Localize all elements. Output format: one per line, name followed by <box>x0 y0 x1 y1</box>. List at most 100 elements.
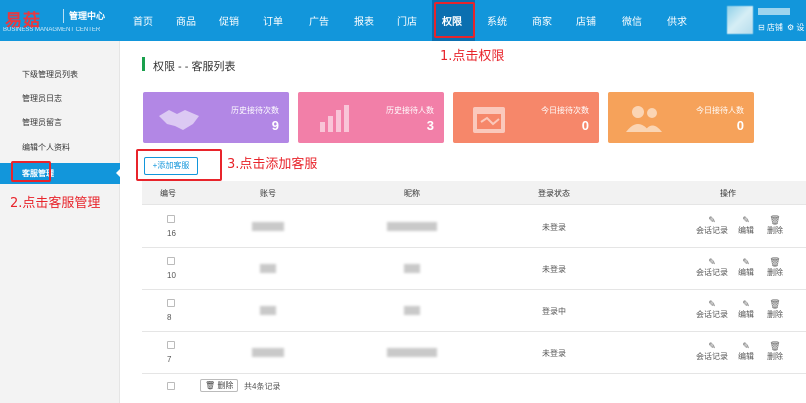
account-redacted <box>252 222 284 231</box>
session-log-button[interactable]: ✎ 会话记录 <box>696 341 728 362</box>
nickname-redacted <box>387 222 437 231</box>
store-link[interactable]: ⊟ 店铺 <box>758 22 783 33</box>
calendar-icon <box>473 107 505 133</box>
account-redacted <box>260 264 276 273</box>
nav-system[interactable]: 系统 <box>487 13 507 28</box>
delete-button[interactable]: 🗑 删除 <box>767 257 783 278</box>
edit-button[interactable]: ✎ 编辑 <box>738 341 754 362</box>
active-arrow-icon <box>116 168 121 178</box>
stat-value: 9 <box>271 118 279 133</box>
row-checkbox[interactable] <box>167 341 175 349</box>
stat-value: 0 <box>736 118 744 133</box>
nickname-redacted <box>404 264 420 273</box>
logo[interactable]: 易菇 管理中心 BUSINESS MANAGMENT CENTER <box>3 6 123 38</box>
column-header-id: 编号 <box>160 189 176 198</box>
annotation-box-customer-service <box>11 161 51 182</box>
nav-ads[interactable]: 广告 <box>309 13 329 28</box>
stat-card-today-visitors: 今日接待人数 0 <box>608 92 754 143</box>
edit-button[interactable]: ✎ 编辑 <box>738 257 754 278</box>
users-icon <box>626 106 662 132</box>
nav-products[interactable]: 商品 <box>176 13 196 28</box>
column-header-login-status: 登录状态 <box>538 189 570 198</box>
login-status: 未登录 <box>542 223 566 232</box>
stat-label: 今日接待次数 <box>541 106 589 115</box>
user-name-redacted <box>758 8 790 15</box>
session-log-button[interactable]: ✎ 会话记录 <box>696 257 728 278</box>
edit-note-icon: ✎ <box>708 215 716 225</box>
login-status: 未登录 <box>542 265 566 274</box>
edit-note-icon: ✎ <box>708 257 716 267</box>
sidebar-item-sub-admins[interactable]: 下级管理员列表 <box>22 69 78 80</box>
page-title: 权限 - - 客服列表 <box>153 61 236 73</box>
trash-icon: 🗑 <box>769 257 781 267</box>
record-count: 共4条记录 <box>244 382 281 391</box>
table-row: 8 登录中 ✎ 会话记录 ✎ 编辑 🗑 删除 <box>142 290 806 332</box>
select-all-checkbox[interactable] <box>167 382 175 390</box>
delete-button[interactable]: 🗑 删除 <box>767 299 783 320</box>
row-checkbox[interactable] <box>167 257 175 265</box>
logo-subtitle: 管理中心 <box>69 11 106 21</box>
table-row: 10 未登录 ✎ 会话记录 ✎ 编辑 🗑 删除 <box>142 248 806 290</box>
stat-label: 今日接待人数 <box>696 106 744 115</box>
nav-stores[interactable]: 门店 <box>397 13 417 28</box>
table-footer: 🗑 删除 共4条记录 <box>142 374 806 398</box>
account-redacted <box>252 348 284 357</box>
sidebar-item-edit-profile[interactable]: 编辑个人资料 <box>22 142 70 153</box>
annotation-step1: 1.点击权限 <box>440 49 505 64</box>
login-status: 未登录 <box>542 349 566 358</box>
edit-icon: ✎ <box>742 299 750 309</box>
delete-button[interactable]: 🗑 删除 <box>767 215 783 236</box>
add-customer-service-button[interactable]: +添加客服 <box>144 157 198 175</box>
title-accent-bar <box>142 57 145 71</box>
bar-chart-icon <box>320 105 349 132</box>
sidebar: 下级管理员列表 管理员日志 管理员留言 编辑个人资料 客服管理 <box>0 41 121 403</box>
annotation-box-permissions <box>434 2 475 38</box>
edit-button[interactable]: ✎ 编辑 <box>738 299 754 320</box>
nav-reports[interactable]: 报表 <box>354 13 374 28</box>
stat-label: 历史接待次数 <box>231 106 279 115</box>
nav-merchants[interactable]: 商家 <box>532 13 552 28</box>
nav-home[interactable]: 首页 <box>133 13 153 28</box>
edit-icon: ✎ <box>742 257 750 267</box>
trash-icon: 🗑 <box>769 341 781 351</box>
row-checkbox[interactable] <box>167 215 175 223</box>
table-row: 16 未登录 ✎ 会话记录 ✎ 编辑 🗑 删除 <box>142 206 806 248</box>
login-status: 登录中 <box>542 307 566 316</box>
row-id: 16 <box>167 229 176 238</box>
row-id: 10 <box>167 271 176 280</box>
trash-icon: 🗑 <box>769 299 781 309</box>
sidebar-item-admin-messages[interactable]: 管理员留言 <box>22 117 62 128</box>
edit-note-icon: ✎ <box>708 299 716 309</box>
nav-promotions[interactable]: 促销 <box>219 13 239 28</box>
logo-english: BUSINESS MANAGMENT CENTER <box>3 27 101 33</box>
nav-shops[interactable]: 店铺 <box>576 13 596 28</box>
account-redacted <box>260 306 276 315</box>
annotation-step3: 3.点击添加客服 <box>227 157 318 172</box>
stat-card-history-visitors: 历史接待人数 3 <box>298 92 444 143</box>
nav-wechat[interactable]: 微信 <box>622 13 642 28</box>
table-row: 7 未登录 ✎ 会话记录 ✎ 编辑 🗑 删除 <box>142 332 806 374</box>
handshake-icon <box>159 110 199 130</box>
nickname-redacted <box>387 348 437 357</box>
stat-value: 3 <box>426 118 434 133</box>
edit-icon: ✎ <box>742 341 750 351</box>
row-checkbox[interactable] <box>167 299 175 307</box>
avatar[interactable] <box>727 6 753 34</box>
sidebar-item-admin-log[interactable]: 管理员日志 <box>22 93 62 104</box>
session-log-button[interactable]: ✎ 会话记录 <box>696 215 728 236</box>
settings-link[interactable]: ⚙ 设 <box>787 22 804 33</box>
session-log-button[interactable]: ✎ 会话记录 <box>696 299 728 320</box>
nav-orders[interactable]: 订单 <box>263 13 283 28</box>
column-header-account: 账号 <box>260 189 276 198</box>
column-header-actions: 操作 <box>720 189 736 198</box>
row-id: 7 <box>167 355 172 364</box>
bulk-delete-button[interactable]: 🗑 删除 <box>200 379 239 392</box>
edit-note-icon: ✎ <box>708 341 716 351</box>
stat-card-history-sessions: 历史接待次数 9 <box>143 92 289 143</box>
edit-button[interactable]: ✎ 编辑 <box>738 215 754 236</box>
stat-card-today-sessions: 今日接待次数 0 <box>453 92 599 143</box>
top-navbar: 易菇 管理中心 BUSINESS MANAGMENT CENTER 首页 商品 … <box>0 0 806 41</box>
annotation-step2: 2.点击客服管理 <box>10 196 101 211</box>
nav-supply[interactable]: 供求 <box>667 13 687 28</box>
delete-button[interactable]: 🗑 删除 <box>767 341 783 362</box>
